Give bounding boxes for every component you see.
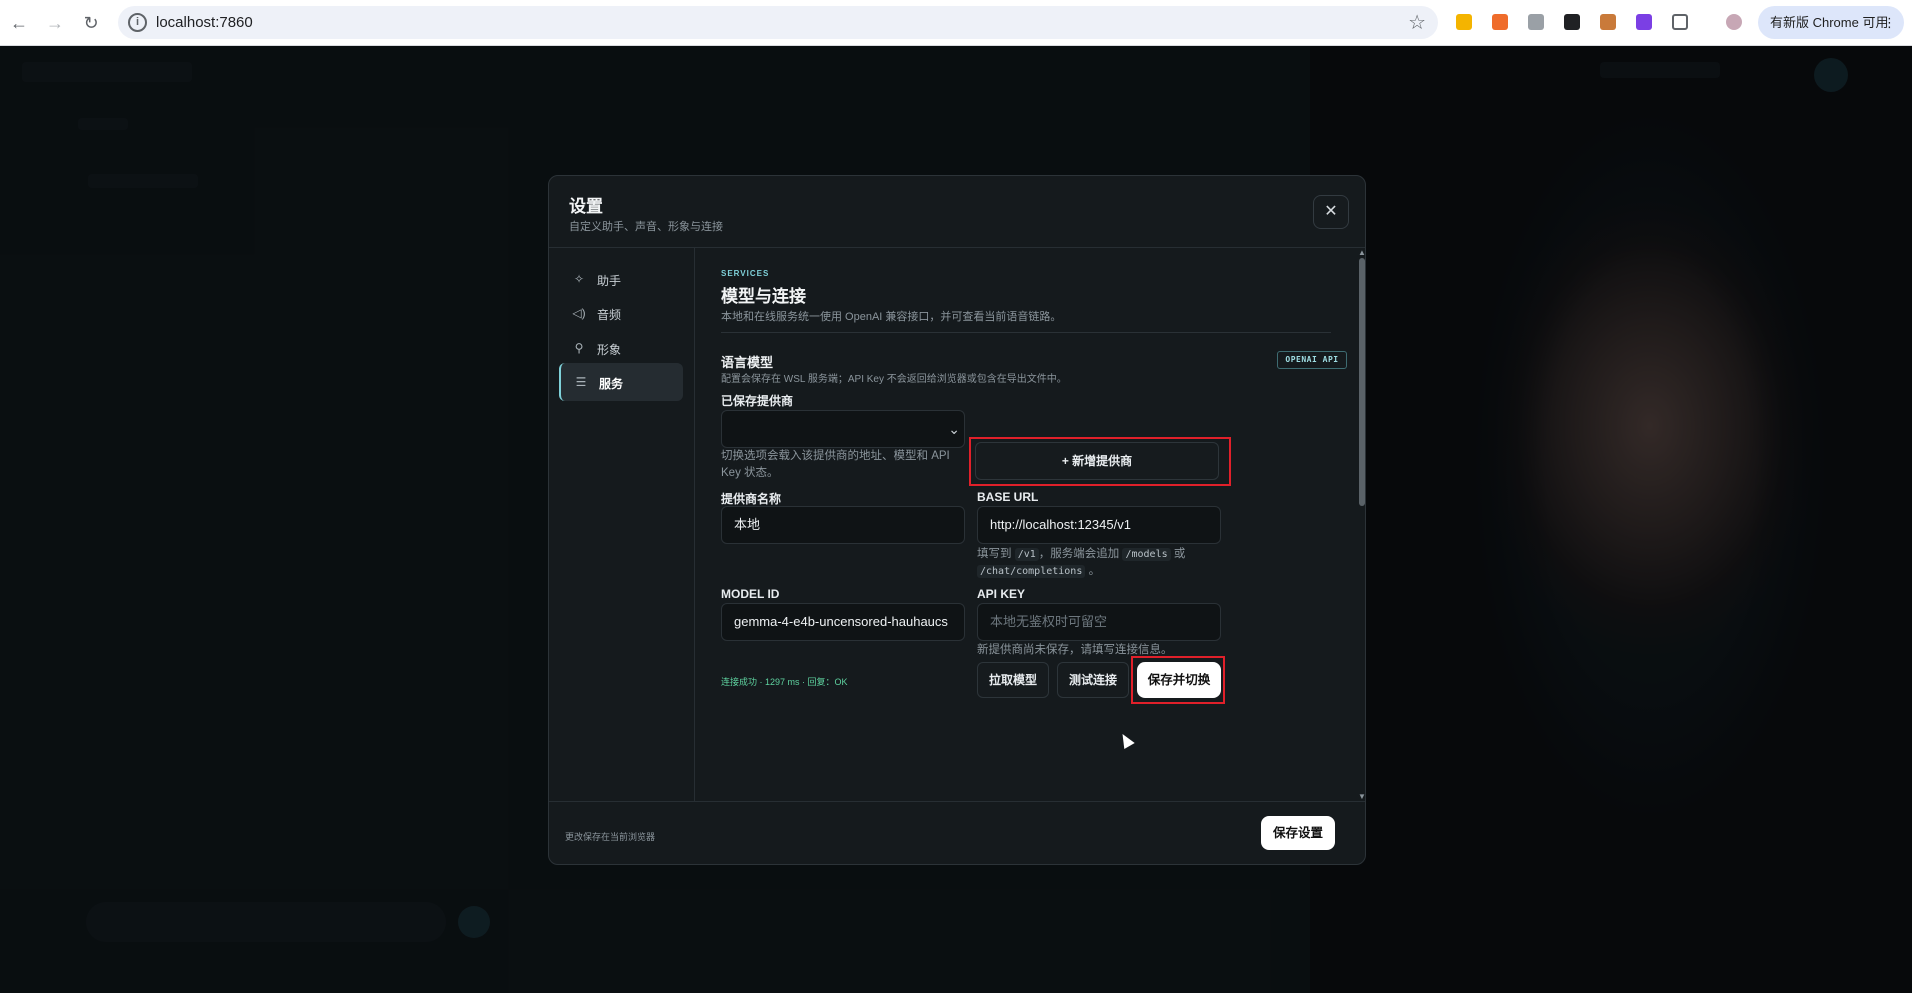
model-id-label: MODEL ID (721, 587, 780, 601)
person-icon: ⚲ (574, 341, 584, 355)
api-key-label: API KEY (977, 587, 1026, 601)
api-key-input[interactable]: 本地无鉴权时可留空 (977, 603, 1221, 641)
back-icon[interactable]: ← (8, 12, 30, 34)
saved-provider-label: 已保存提供商 (721, 394, 794, 408)
scroll-thumb[interactable] (1359, 258, 1365, 506)
base-url-input[interactable]: http://localhost:12345/v1 (977, 506, 1221, 544)
settings-modal: 设置 自定义助手、声音、形象与连接 ✕ ✧ 助手 ◁) 音频 ⚲ 形象 ☰ 服务… (548, 175, 1366, 865)
base-url-hint: 填写到 /v1 ，服务端会追加 /models 或 /chat/completio… (977, 546, 1227, 580)
openai-api-badge: OPENAI API (1277, 351, 1347, 369)
extension-icon[interactable] (1528, 14, 1544, 30)
provider-name-input[interactable]: 本地 (721, 506, 965, 544)
sidebar-item-services[interactable]: ☰ 服务 (559, 363, 683, 401)
base-url-label: BASE URL (977, 490, 1039, 504)
hint-text: 填写到 (977, 548, 1012, 560)
section-eyebrow: SERVICES (721, 269, 770, 278)
speaker-icon: ◁) (572, 306, 586, 320)
highlight-box (969, 437, 1231, 486)
extensions-puzzle-icon[interactable] (1672, 14, 1688, 30)
address-url[interactable]: localhost:7860 (156, 14, 253, 31)
profile-avatar[interactable] (1726, 14, 1742, 30)
sidebar-item-label: 服务 (599, 377, 624, 391)
update-label: 有新版 Chrome 可用 (1770, 15, 1889, 30)
modal-title: 设置 (569, 197, 603, 216)
test-connection-button[interactable]: 测试连接 (1057, 662, 1129, 698)
llm-description: 配置会保存在 WSL 服务端；API Key 不会返回给浏览器或包含在导出文件中… (721, 374, 1067, 385)
hint-code: /chat/completions (977, 565, 1086, 578)
sidebar-item-label: 音频 (597, 308, 622, 322)
server-icon: ☰ (575, 375, 587, 389)
section-title: 模型与连接 (721, 287, 806, 306)
forward-icon[interactable]: → (44, 12, 66, 34)
close-icon: ✕ (1324, 203, 1338, 220)
modal-subtitle: 自定义助手、声音、形象与连接 (569, 221, 723, 233)
model-id-input[interactable]: gemma-4-e4b-uncensored-hauhaucs (721, 603, 965, 641)
sidebar-item-avatar[interactable]: ⚲ 形象 (559, 329, 683, 367)
chevron-down-icon: ⌄ (948, 421, 960, 437)
section-description: 本地和在线服务统一使用 OpenAI 兼容接口，并可查看当前语音链路。 (721, 311, 1062, 323)
hint-text: ，服务端会追加 (1038, 548, 1120, 560)
fetch-models-button[interactable]: 拉取模型 (977, 662, 1049, 698)
hint-code: /models (1122, 548, 1171, 561)
saved-provider-hint: 切换选项会载入该提供商的地址、模型和 API Key 状态。 (721, 450, 950, 479)
sidebar-item-label: 助手 (597, 274, 622, 288)
extension-icon[interactable] (1492, 14, 1508, 30)
sidebar-item-assistant[interactable]: ✧ 助手 (559, 260, 683, 298)
save-settings-button[interactable]: 保存设置 (1261, 816, 1335, 850)
llm-title: 语言模型 (721, 355, 774, 370)
divider (721, 332, 1331, 333)
provider-name-label: 提供商名称 (721, 492, 782, 506)
chrome-update-button[interactable]: 有新版 Chrome 可用 ⋮ (1758, 6, 1904, 39)
extension-icon[interactable] (1456, 14, 1472, 30)
scroll-down-icon[interactable]: ▼ (1358, 792, 1365, 801)
reload-icon[interactable]: ↻ (80, 12, 102, 34)
settings-sidebar: ✧ 助手 ◁) 音频 ⚲ 形象 ☰ 服务 (549, 248, 695, 801)
hint-text: 。 (1088, 565, 1101, 577)
services-panel: SERVICES 模型与连接 本地和在线服务统一使用 OpenAI 兼容接口，并… (695, 248, 1365, 801)
address-bar[interactable]: i localhost:7860 ☆ (118, 6, 1438, 39)
site-info-icon[interactable]: i (128, 13, 147, 32)
extension-icon[interactable] (1636, 14, 1652, 30)
extension-icon[interactable] (1600, 14, 1616, 30)
sidebar-item-audio[interactable]: ◁) 音频 (559, 294, 683, 332)
close-button[interactable]: ✕ (1313, 195, 1349, 229)
extension-icon[interactable] (1564, 14, 1580, 30)
modal-footer: 更改保存在当前浏览器 保存设置 (549, 801, 1365, 864)
scrollbar[interactable]: ▲ ▼ (1357, 248, 1365, 801)
sparkle-icon: ✧ (573, 272, 585, 286)
more-menu-icon[interactable]: ⋮ (1883, 6, 1896, 39)
footer-note: 更改保存在当前浏览器 (565, 832, 656, 842)
hint-code: /v1 (1014, 548, 1039, 561)
scroll-up-icon[interactable]: ▲ (1358, 248, 1365, 257)
sidebar-item-label: 形象 (597, 343, 622, 357)
highlight-box (1131, 656, 1225, 704)
bookmark-star-icon[interactable]: ☆ (1408, 10, 1426, 35)
connection-status: 连接成功 · 1297 ms · 回复：OK (721, 677, 848, 687)
browser-toolbar: ← → ↻ i localhost:7860 ☆ 有新版 Chrome 可用 ⋮ (0, 0, 1912, 46)
hint-text: 或 (1173, 548, 1186, 560)
modal-header: 设置 自定义助手、声音、形象与连接 ✕ (549, 176, 1365, 248)
saved-provider-select[interactable]: ⌄ (721, 410, 965, 448)
